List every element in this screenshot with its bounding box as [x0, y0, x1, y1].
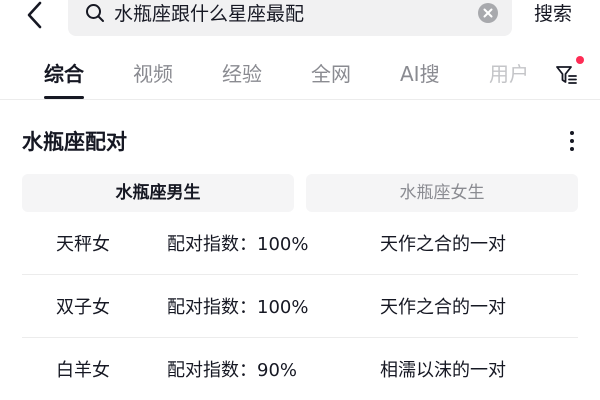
match-row: 天秤女 配对指数：100% 天作之合的一对 [22, 213, 578, 275]
match-description: 相濡以沫的一对 [380, 360, 506, 381]
match-index-value: 100% [257, 234, 309, 255]
match-description: 天作之合的一对 [380, 297, 506, 318]
tab-experience[interactable]: 经验 [222, 60, 262, 88]
back-button[interactable] [22, 0, 50, 30]
tab-comprehensive[interactable]: 综合 [44, 60, 84, 88]
row-divider [22, 337, 578, 338]
tab-users[interactable]: 用户 [489, 60, 529, 88]
match-index-label: 配对指数： [167, 234, 257, 255]
segment-male[interactable]: 水瓶座男生 [22, 174, 294, 212]
row-divider [22, 274, 578, 275]
active-tab-indicator [44, 96, 84, 99]
match-sign: 白羊女 [56, 360, 110, 381]
match-index-value: 100% [257, 297, 309, 318]
search-input[interactable]: 水瓶座跟什么星座最配 [114, 1, 304, 27]
match-index-label: 配对指数： [167, 360, 257, 381]
top-bar: 水瓶座跟什么星座最配 搜索 [0, 0, 600, 38]
match-index: 配对指数：90% [167, 359, 297, 383]
match-index-value: 90% [257, 360, 298, 381]
segment-female[interactable]: 水瓶座女生 [306, 174, 578, 212]
match-row: 双子女 配对指数：100% 天作之合的一对 [22, 276, 578, 338]
match-index-label: 配对指数： [167, 297, 257, 318]
match-row: 白羊女 配对指数：90% 相濡以沫的一对 [22, 339, 578, 400]
more-vertical-icon[interactable] [560, 128, 584, 154]
filter-icon[interactable] [555, 63, 579, 87]
clear-icon[interactable] [478, 3, 498, 23]
search-button[interactable]: 搜索 [534, 1, 572, 27]
chevron-left-icon [27, 1, 42, 29]
match-sign: 天秤女 [56, 234, 110, 255]
tab-web[interactable]: 全网 [311, 60, 351, 88]
tab-bar: 综合 视频 经验 全网 AI搜 用户 [0, 54, 600, 100]
card-title: 水瓶座配对 [22, 130, 127, 154]
match-description: 天作之合的一对 [380, 234, 506, 255]
match-sign: 双子女 [56, 297, 110, 318]
tab-video[interactable]: 视频 [133, 60, 173, 88]
search-icon [86, 4, 104, 22]
match-index: 配对指数：100% [167, 296, 308, 320]
search-box[interactable]: 水瓶座跟什么星座最配 [68, 0, 512, 36]
notification-dot [576, 56, 584, 64]
tab-ai-search[interactable]: AI搜 [400, 60, 440, 88]
match-index: 配对指数：100% [167, 233, 308, 257]
